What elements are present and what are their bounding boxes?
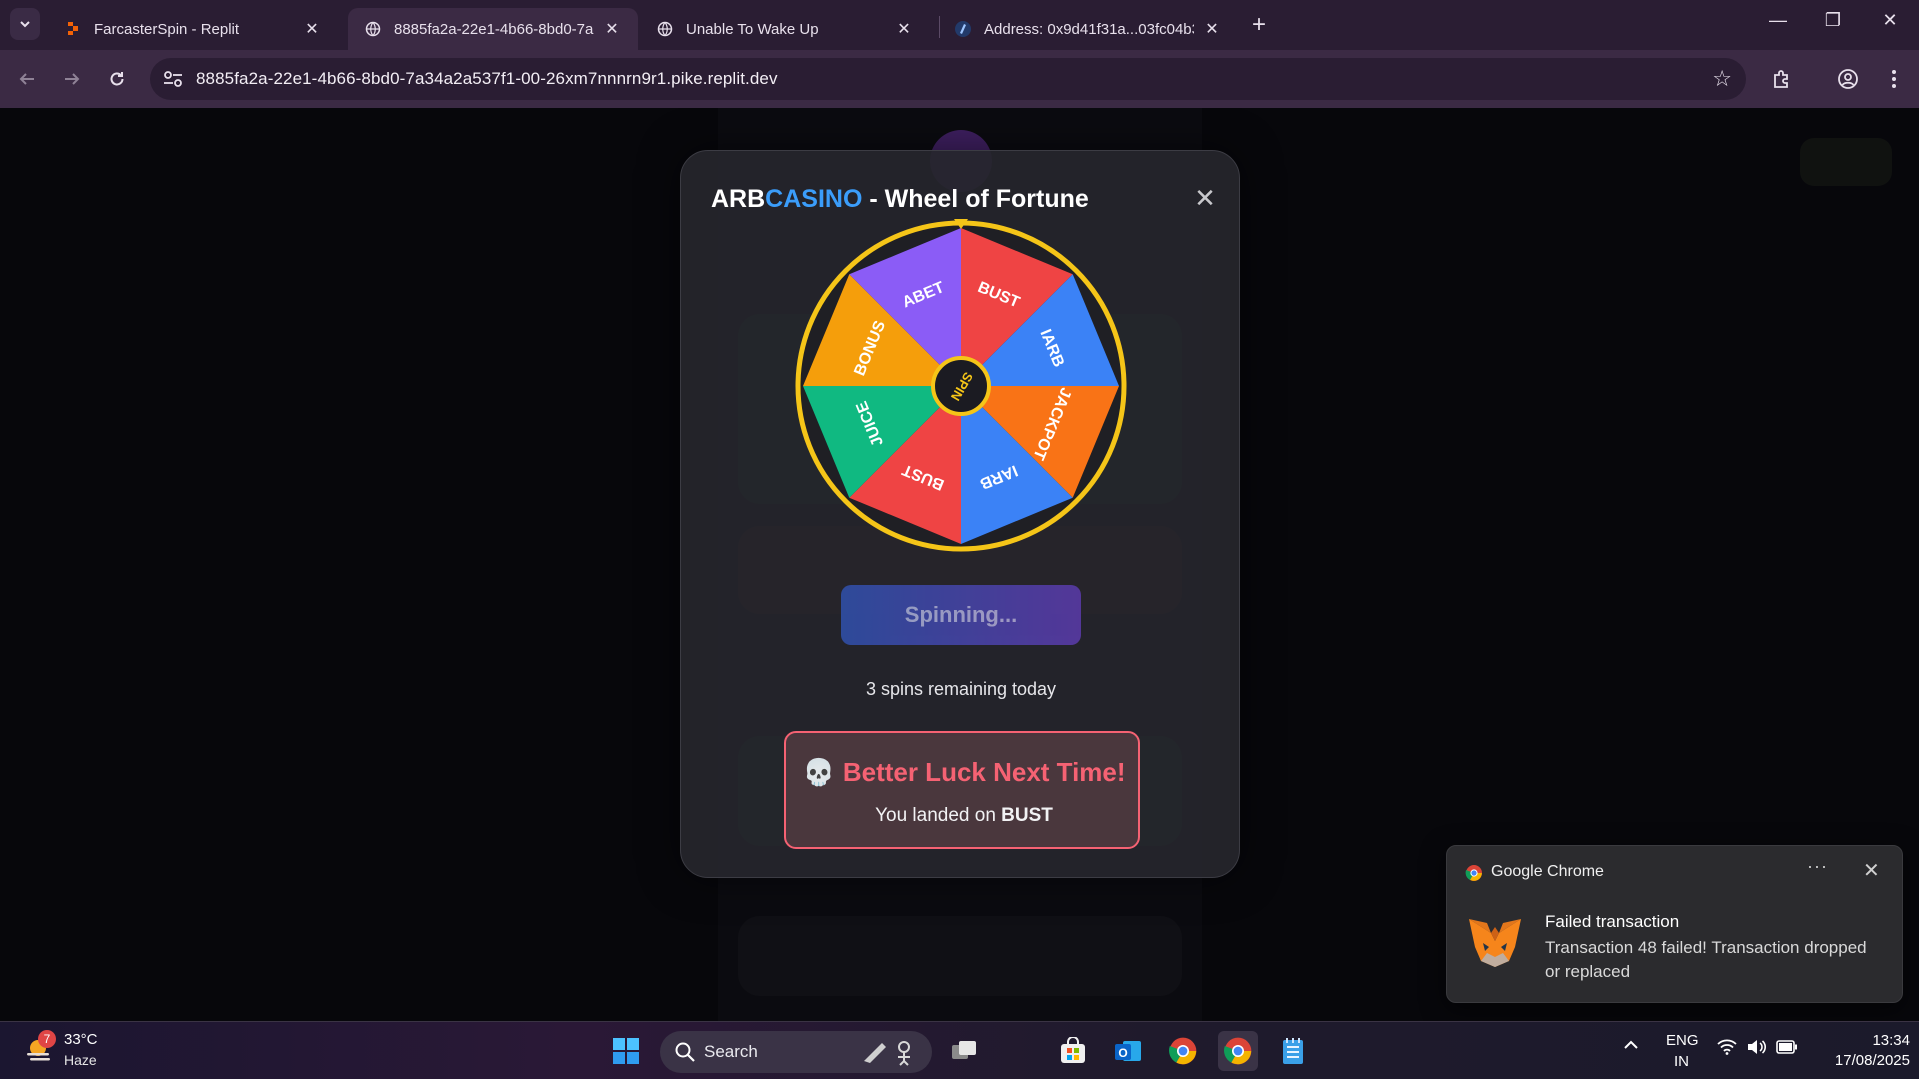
globe-icon (364, 20, 382, 38)
browser-toolbar: 8885fa2a-22e1-4b66-8bd0-7a34a2a537f1-00-… (0, 50, 1919, 108)
profile-button[interactable] (1833, 64, 1863, 94)
tab-unable-to-wake-up[interactable]: Unable To Wake Up ✕ (640, 8, 930, 50)
windows-taskbar: 7 33°C Haze Search O ENG IN 13:34 17/08/… (0, 1021, 1919, 1079)
url-text: 8885fa2a-22e1-4b66-8bd0-7a34a2a537f1-00-… (196, 69, 778, 88)
language-bottom[interactable]: IN (1674, 1053, 1689, 1070)
chrome-profile-app[interactable] (1163, 1031, 1203, 1071)
clock-time: 13:34 (1872, 1032, 1910, 1049)
battery-icon[interactable] (1776, 1040, 1798, 1058)
minimize-button[interactable]: — (1758, 10, 1798, 31)
weather-alert-badge: 7 (38, 1030, 56, 1048)
spins-remaining-text: 3 spins remaining today (865, 679, 1057, 699)
chevron-down-icon (20, 21, 30, 28)
task-view-button[interactable] (944, 1031, 984, 1071)
bookmark-star-icon[interactable]: ☆ (1712, 66, 1732, 92)
puzzle-icon (1774, 70, 1788, 88)
outlook-icon: O (1115, 1041, 1141, 1061)
arrow-left-icon (19, 73, 34, 85)
back-button[interactable] (12, 64, 42, 94)
replit-icon (64, 20, 82, 38)
wheel-of-fortune-modal: ARBCASINO - Wheel of Fortune ✕ BUST IARB J… (680, 150, 1240, 878)
site-settings-icon[interactable] (162, 69, 184, 89)
tab-close-icon[interactable]: ✕ (1202, 19, 1222, 39)
account-circle-icon (1838, 69, 1858, 89)
notification-body: Transaction 48 failed! Transaction dropp… (1545, 938, 1867, 981)
notification-app-name: Google Chrome (1491, 863, 1604, 880)
globe-icon (656, 20, 674, 38)
clock-date: 17/08/2025 (1834, 1052, 1910, 1069)
weather-condition: Haze (64, 1052, 97, 1068)
tab-farcasterspin[interactable]: FarcasterSpin - Replit ✕ (48, 8, 338, 50)
chrome-icon (1224, 1037, 1252, 1065)
title-rest: - Wheel of Fortune (862, 185, 1089, 213)
tab-close-icon[interactable]: ✕ (894, 19, 914, 39)
close-window-button[interactable]: ✕ (1870, 10, 1910, 31)
reload-button[interactable] (102, 64, 132, 94)
temperature: 33°C (64, 1031, 98, 1048)
tab-active-page[interactable]: 8885fa2a-22e1-4b66-8bd0-7a3 ✕ (348, 8, 638, 50)
tab-close-icon[interactable]: ✕ (302, 19, 322, 39)
result-prefix: You landed on (875, 805, 1002, 826)
extensions-button[interactable] (1767, 64, 1797, 94)
fortune-wheel: BUSTIARBJACKPOTIARBBUSTJUICEBONUSABETSPI… (795, 219, 1127, 552)
web-page: ARBCASINO - Wheel of Fortune ✕ BUST IARB J… (0, 108, 1919, 1021)
task-view-icon (952, 1041, 976, 1059)
chrome-active-app[interactable] (1218, 1031, 1258, 1071)
tab-title: Address: 0x9d41f31a...03fc04b3 (984, 20, 1194, 38)
microsoft-store-app[interactable] (1053, 1031, 1093, 1071)
chrome-notification[interactable]: Google Chrome ··· ✕ Failed transaction T… (1446, 845, 1903, 1003)
result-panel: 💀 Better Luck Next Time! You landed on B… (784, 731, 1140, 849)
volume-icon[interactable] (1746, 1039, 1767, 1059)
outlook-app[interactable]: O (1108, 1031, 1148, 1071)
tab-strip: FarcasterSpin - Replit ✕ 8885fa2a-22e1-4… (0, 0, 1919, 50)
reload-icon (110, 72, 124, 86)
arrow-right-icon (65, 73, 80, 85)
notification-close-icon[interactable]: ✕ (1863, 858, 1880, 883)
result-value: BUST (1001, 805, 1053, 826)
chevron-up-icon[interactable] (1622, 1038, 1640, 1056)
store-icon (1061, 1037, 1085, 1063)
search-label: Search (704, 1042, 758, 1061)
new-tab-button[interactable]: + (1245, 11, 1273, 39)
spin-button[interactable]: Spinning... (841, 585, 1081, 645)
arbiscan-icon (954, 20, 972, 38)
tab-title: 8885fa2a-22e1-4b66-8bd0-7a3 (394, 20, 594, 38)
more-vert-icon (1892, 70, 1896, 88)
notepad-icon (1283, 1038, 1303, 1064)
search-icon (675, 1042, 695, 1062)
notepad-app[interactable] (1273, 1031, 1313, 1071)
tab-search-menu-button[interactable] (10, 8, 40, 40)
result-heading: 💀 Better Luck Next Time! (786, 757, 1142, 788)
system-clock[interactable]: 13:34 17/08/2025 (1810, 1031, 1910, 1071)
result-title: Better Luck Next Time! (842, 757, 1126, 787)
modal-close-button[interactable]: ✕ (1192, 183, 1218, 214)
more-horiz-icon[interactable]: ··· (1807, 856, 1828, 877)
search-highlight-icon (864, 1041, 910, 1066)
tab-title: FarcasterSpin - Replit (94, 20, 240, 38)
tab-arbiscan-address[interactable]: Address: 0x9d41f31a...03fc04b3 ✕ (938, 8, 1238, 50)
restore-button[interactable]: ❐ (1813, 10, 1853, 31)
notification-title: Failed transaction (1545, 912, 1680, 931)
chrome-icon (1169, 1037, 1197, 1065)
address-bar[interactable]: 8885fa2a-22e1-4b66-8bd0-7a34a2a537f1-00-… (150, 58, 1746, 100)
brand-arb: ARB (711, 185, 766, 213)
forward-button[interactable] (57, 64, 87, 94)
metamask-fox-icon (1469, 919, 1521, 967)
result-message: You landed on BUST (786, 805, 1142, 827)
windows-logo-icon (613, 1038, 639, 1064)
start-button[interactable] (606, 1031, 646, 1071)
svg-text:O: O (1118, 1046, 1127, 1060)
tab-close-icon[interactable]: ✕ (602, 19, 622, 39)
browser-menu-button[interactable] (1879, 64, 1909, 94)
chrome-icon (1465, 865, 1482, 881)
brand-casino: CASINO (765, 185, 863, 213)
wifi-icon[interactable] (1717, 1039, 1737, 1059)
skull-icon: 💀 (802, 757, 835, 787)
taskbar-search[interactable]: Search (660, 1031, 932, 1073)
language-top[interactable]: ENG (1666, 1032, 1699, 1049)
tab-title: Unable To Wake Up (686, 20, 819, 38)
modal-title: ARBCASINO - Wheel of Fortune (711, 185, 1089, 214)
